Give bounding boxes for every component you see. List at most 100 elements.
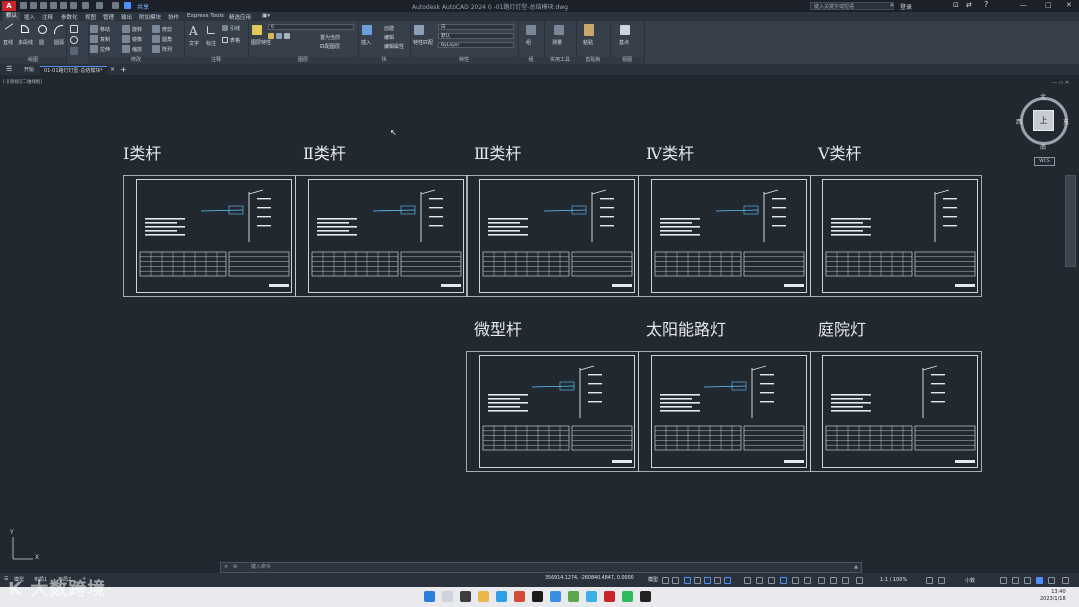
wechat-icon[interactable] xyxy=(622,591,633,602)
selection-cycling-icon[interactable] xyxy=(768,577,775,584)
view-panel-label[interactable]: 视图 xyxy=(610,57,644,64)
app-icon-3[interactable] xyxy=(550,591,561,602)
compass-south[interactable]: 南 xyxy=(1040,142,1046,151)
copy-icon[interactable] xyxy=(90,35,98,43)
match-properties-button[interactable]: 特性匹配 xyxy=(413,39,433,46)
new-file-icon[interactable] xyxy=(20,2,27,9)
layer-lock-icon[interactable] xyxy=(284,33,290,39)
tab-parametric[interactable]: 参数化 xyxy=(61,13,78,21)
drawing-tab[interactable]: 01-01路灯灯型-总结模块* xyxy=(40,66,107,75)
tab-insert[interactable]: 插入 xyxy=(24,13,35,21)
polyline-icon[interactable] xyxy=(21,25,29,33)
search-input[interactable]: 键入关键字或短语 xyxy=(810,2,894,10)
measure-button[interactable]: 测量 xyxy=(552,39,562,46)
base-button[interactable]: 基点 xyxy=(619,39,629,46)
edit-attributes-button[interactable]: 编辑属性 xyxy=(384,43,404,50)
line-button[interactable]: 直线 xyxy=(3,39,13,46)
layer-properties-button[interactable]: 图层特性 xyxy=(251,39,271,46)
copy-button[interactable]: 复制 xyxy=(100,36,110,43)
maximize-button[interactable]: □ xyxy=(1045,1,1052,9)
share-button[interactable]: 共享 xyxy=(137,2,149,11)
cmd-customize-icon[interactable]: ⚙ xyxy=(233,563,237,572)
app-icon-5[interactable] xyxy=(586,591,597,602)
text-icon[interactable]: A xyxy=(189,24,198,38)
transparency-icon[interactable] xyxy=(756,577,763,584)
tab-more[interactable]: ▣▾ xyxy=(262,13,270,19)
paste-icon[interactable] xyxy=(584,24,594,36)
menu-icon[interactable]: ☰ xyxy=(6,65,12,73)
base-view-icon[interactable] xyxy=(620,25,630,35)
clean-screen-icon[interactable] xyxy=(1048,577,1055,584)
windows-start-icon[interactable] xyxy=(424,591,435,602)
print-icon[interactable] xyxy=(60,2,67,9)
hatch-icon[interactable] xyxy=(70,47,78,55)
rectangle-icon[interactable] xyxy=(70,25,78,33)
circle-button[interactable]: 圆 xyxy=(39,39,44,46)
leader-icon[interactable] xyxy=(222,25,228,31)
app-icon-1[interactable] xyxy=(514,591,525,602)
arc-button[interactable]: 圆弧 xyxy=(54,39,64,46)
move-button[interactable]: 移动 xyxy=(100,26,110,33)
workspace-icon[interactable] xyxy=(112,2,119,9)
tab-view[interactable]: 视图 xyxy=(85,13,96,21)
app-icon-2[interactable] xyxy=(532,591,543,602)
stretch-icon[interactable] xyxy=(90,45,98,53)
gizmo-icon[interactable] xyxy=(818,577,825,584)
scale-button[interactable]: 缩放 xyxy=(132,46,142,53)
table-icon[interactable] xyxy=(222,37,228,43)
modify-panel-label[interactable]: 修改 xyxy=(88,57,184,64)
open-file-icon[interactable] xyxy=(30,2,37,9)
line-icon[interactable] xyxy=(4,23,14,30)
grid-icon[interactable] xyxy=(662,577,669,584)
save-as-icon[interactable] xyxy=(50,2,57,9)
edit-block-button[interactable]: 编辑 xyxy=(384,34,394,41)
isolate-objects-icon[interactable] xyxy=(1024,577,1031,584)
edge-icon[interactable] xyxy=(496,591,507,602)
properties-panel-label[interactable]: 特性 xyxy=(410,57,518,64)
layer-properties-icon[interactable] xyxy=(252,25,262,35)
command-input[interactable]: 键入命令 xyxy=(251,563,271,572)
annotation-scale-value[interactable]: 1:1 / 100% xyxy=(880,577,907,583)
tab-addins[interactable]: 附加模块 xyxy=(139,13,161,21)
compass-west[interactable]: 西 xyxy=(1016,117,1022,126)
help-icon[interactable]: ? xyxy=(984,0,988,9)
ortho-icon[interactable] xyxy=(684,577,691,584)
workspace-switch-icon[interactable] xyxy=(926,577,933,584)
scale-icon[interactable] xyxy=(122,45,130,53)
login-button[interactable]: 登录 xyxy=(900,2,912,11)
polyline-button[interactable]: 多段线 xyxy=(18,39,33,46)
search-taskbar-icon[interactable] xyxy=(442,591,453,602)
annotation-panel-label[interactable]: 注释 xyxy=(184,57,248,64)
table-button[interactable]: 表格 xyxy=(230,37,240,44)
linetype-dropdown[interactable]: 默认 xyxy=(438,33,514,39)
fillet-button[interactable]: 圆角 xyxy=(162,36,172,43)
model-space-button[interactable]: 模型 xyxy=(648,576,658,583)
cursor-coordinates[interactable]: 356914.1274, -260840.4847, 0.0000 xyxy=(545,576,634,581)
autocad-taskbar-icon[interactable] xyxy=(604,591,615,602)
dynamic-ucs-icon[interactable] xyxy=(792,577,799,584)
utilities-panel-label[interactable]: 实用工具 xyxy=(544,57,576,64)
compass-east[interactable]: 东 xyxy=(1063,117,1069,126)
leader-button[interactable]: 引线 xyxy=(230,25,240,32)
snap-icon[interactable] xyxy=(672,577,679,584)
mirror-button[interactable]: 镜像 xyxy=(132,36,142,43)
match-layer-button[interactable]: 匹配图层 xyxy=(320,43,340,50)
redo-icon[interactable] xyxy=(96,2,103,9)
annotation-scale-icon[interactable] xyxy=(856,577,863,584)
dimension-button[interactable]: 标注 xyxy=(206,40,216,47)
search-icon[interactable]: ⌕ xyxy=(890,1,894,10)
new-tab-icon[interactable]: + xyxy=(120,65,127,74)
close-button[interactable]: ✕ xyxy=(1066,1,1072,9)
stretch-button[interactable]: 拉伸 xyxy=(100,46,110,53)
file-explorer-icon[interactable] xyxy=(478,591,489,602)
quick-properties-icon[interactable] xyxy=(1000,577,1007,584)
object-track-icon[interactable] xyxy=(714,577,721,584)
clipboard-panel-label[interactable]: 剪贴板 xyxy=(576,57,610,64)
tab-collaborate[interactable]: 协作 xyxy=(168,13,179,21)
ellipse-icon[interactable] xyxy=(70,36,78,44)
save-icon[interactable] xyxy=(40,2,47,9)
viewcube-top-face[interactable]: 上 xyxy=(1033,110,1054,131)
3d-osnap-icon[interactable] xyxy=(780,577,787,584)
wcs-menu[interactable]: WCS xyxy=(1034,157,1055,166)
cart-icon[interactable]: ⊡ xyxy=(953,1,959,9)
